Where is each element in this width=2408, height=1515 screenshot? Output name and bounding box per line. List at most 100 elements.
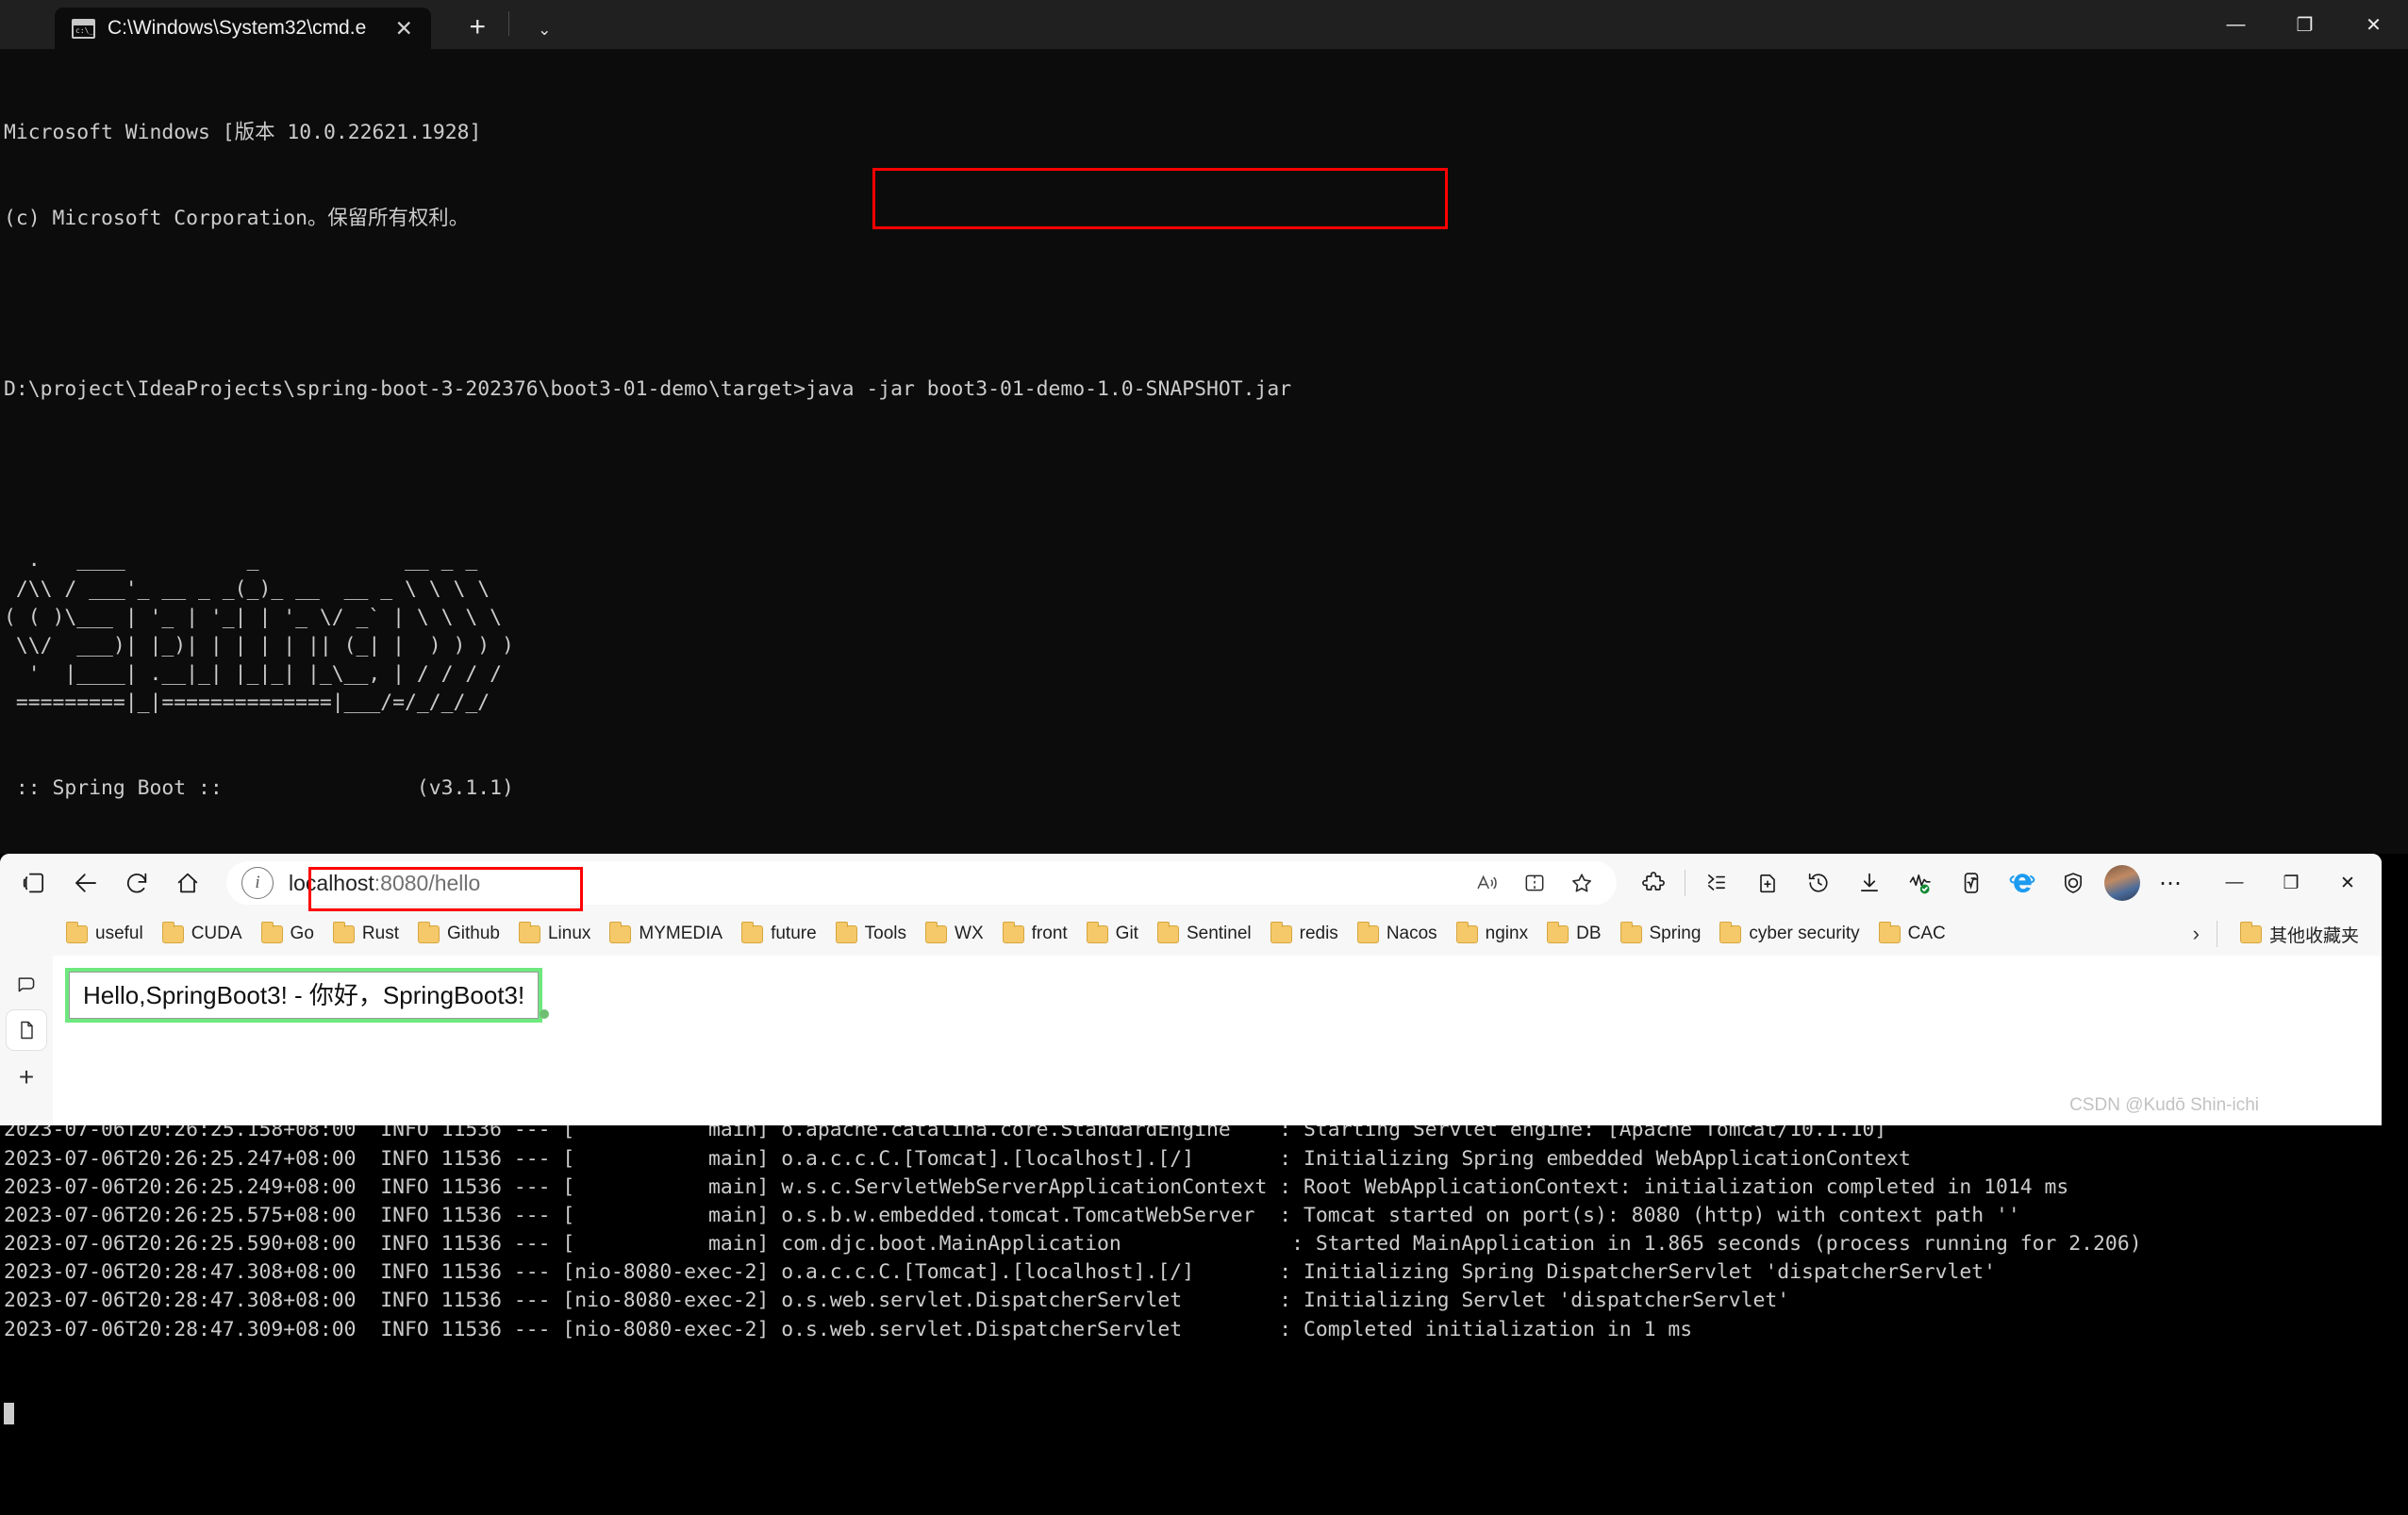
folder-icon [925, 921, 948, 943]
browser-toolbar: i localhost:8080/hello ⋯ — ❐ ✕ [0, 854, 2382, 912]
terminal-line-version: Microsoft Windows [版本 10.0.22621.1928] [4, 121, 482, 145]
split-screen-icon[interactable] [9, 861, 60, 905]
more-settings-icon[interactable]: ⋯ [2146, 861, 2197, 905]
chevron-down-icon[interactable]: ⌄ [526, 21, 562, 40]
bookmark-label: CAC [1907, 924, 1946, 943]
folder-icon [1878, 921, 1901, 943]
bookmark-item[interactable]: future [732, 920, 826, 948]
folder-icon [1270, 921, 1292, 943]
bookmarks-overflow: › 其他收藏夹 [2176, 918, 2382, 951]
browser-essentials-icon[interactable] [1742, 861, 1793, 905]
bookmark-item[interactable]: Sentinel [1148, 920, 1261, 948]
bookmark-label: cyber security [1749, 924, 1860, 943]
maximize-button[interactable]: ❐ [2270, 0, 2339, 49]
split-view-icon[interactable] [1511, 862, 1558, 904]
bookmark-item[interactable]: cyber security [1710, 920, 1868, 948]
minimize-button[interactable]: — [2206, 860, 2263, 906]
performance-icon[interactable] [1895, 861, 1946, 905]
terminal-tab-title: C:\Windows\System32\cmd.e [108, 17, 367, 39]
site-info-icon[interactable]: i [241, 867, 274, 899]
add-sidebar-button[interactable]: + [7, 1057, 46, 1097]
close-icon[interactable]: ✕ [391, 17, 416, 40]
internet-explorer-icon[interactable] [1997, 861, 2048, 905]
folder-icon [1619, 921, 1642, 943]
chevron-right-icon[interactable]: › [2176, 922, 2217, 946]
bookmark-label: DB [1576, 924, 1602, 943]
bookmark-label: Github [446, 924, 500, 943]
response-highlight-box: Hello,SpringBoot3! - 你好，SpringBoot3! [65, 968, 543, 1023]
terminal-tab[interactable]: C:\Windows\System32\cmd.e ✕ [55, 8, 432, 49]
bookmark-item[interactable]: Rust [324, 920, 408, 948]
terminal-titlebar: C:\Windows\System32\cmd.e ✕ + ⌄ — ❐ ✕ [0, 0, 2408, 49]
close-button[interactable]: ✕ [2339, 0, 2408, 49]
bookmark-item[interactable]: Go [252, 920, 324, 948]
bookmark-item[interactable]: front [993, 920, 1077, 948]
bookmark-item[interactable]: Linux [509, 920, 600, 948]
terminal-log-line: 2023-07-06T20:28:47.309+08:00 INFO 11536… [4, 1317, 1693, 1341]
back-button[interactable] [60, 861, 111, 905]
collections-icon[interactable] [1691, 861, 1742, 905]
history-icon[interactable] [1793, 861, 1844, 905]
refresh-button[interactable] [111, 861, 162, 905]
bookmark-item[interactable]: WX [916, 920, 993, 948]
bookmark-label: MYMEDIA [639, 924, 723, 943]
bookmark-item[interactable]: redis [1261, 920, 1348, 948]
folder-icon [1356, 921, 1379, 943]
address-bar[interactable]: i localhost:8080/hello [226, 861, 1617, 905]
new-tab-button[interactable]: + [459, 13, 495, 42]
watermark-text: CSDN @Kudō Shin-ichi [2069, 1095, 2259, 1115]
spring-boot-banner-footer: :: Spring Boot :: (v3.1.1) [4, 776, 514, 800]
url-host: localhost [289, 870, 374, 895]
bookmark-item[interactable]: Nacos [1348, 920, 1447, 948]
read-aloud-icon[interactable] [1464, 862, 1511, 904]
folder-icon [2239, 921, 2262, 943]
folder-icon [1086, 921, 1108, 943]
maximize-button[interactable]: ❐ [2263, 860, 2319, 906]
bookmarks-bar: useful CUDA Go Rust Github Linux MYMEDIA future… [0, 912, 2382, 956]
extensions-puzzle-icon[interactable] [1628, 861, 1679, 905]
loading-indicator-dot [540, 1009, 549, 1019]
browser-content: + Hello,SpringBoot3! - 你好，SpringBoot3! C… [0, 956, 2382, 1125]
page-icon[interactable] [7, 1010, 46, 1050]
terminal-log-line: 2023-07-06T20:28:47.308+08:00 INFO 11536… [4, 1289, 1790, 1313]
terminal-line-copyright: (c) Microsoft Corporation。保留所有权利。 [4, 207, 470, 230]
math-solver-icon[interactable] [1946, 861, 1997, 905]
bookmark-item[interactable]: Git [1077, 920, 1148, 948]
copilot-icon[interactable] [7, 963, 46, 1003]
close-button[interactable]: ✕ [2319, 860, 2376, 906]
bookmark-label: Rust [361, 924, 399, 943]
terminal-window: C:\Windows\System32\cmd.e ✕ + ⌄ — ❐ ✕ Mi… [0, 0, 2408, 1425]
profile-avatar[interactable] [2104, 865, 2140, 901]
bookmark-item[interactable]: nginx [1447, 920, 1537, 948]
page-viewport: Hello,SpringBoot3! - 你好，SpringBoot3! CSD… [53, 956, 2382, 1125]
bookmark-item[interactable]: DB [1537, 920, 1610, 948]
bookmark-item[interactable]: CUDA [153, 920, 252, 948]
browser-window: i localhost:8080/hello ⋯ — ❐ ✕ useful CU… [0, 854, 2382, 1125]
folder-icon [66, 921, 88, 943]
page-body-text: Hello,SpringBoot3! - 你好，SpringBoot3! [69, 972, 540, 1019]
folder-icon [1156, 921, 1179, 943]
bookmark-item[interactable]: useful [57, 920, 153, 948]
terminal-output[interactable]: Microsoft Windows [版本 10.0.22621.1928] (… [0, 49, 2408, 1515]
url-text: localhost:8080/hello [289, 871, 480, 896]
bookmark-item[interactable]: Github [408, 920, 509, 948]
bookmark-item[interactable]: MYMEDIA [600, 920, 732, 948]
home-button[interactable] [162, 861, 213, 905]
bookmark-other-favorites[interactable]: 其他收藏夹 [2231, 918, 2368, 951]
terminal-log-line: 2023-07-06T20:26:25.575+08:00 INFO 11536… [4, 1203, 2020, 1227]
terminal-log-line: 2023-07-06T20:26:25.590+08:00 INFO 11536… [4, 1232, 2142, 1257]
bookmark-item[interactable]: Spring [1611, 920, 1711, 948]
minimize-button[interactable]: — [2201, 0, 2270, 49]
star-icon[interactable] [1558, 862, 1605, 904]
folder-icon [1547, 921, 1569, 943]
shield-icon[interactable] [2048, 861, 2099, 905]
bookmark-label: Git [1115, 924, 1138, 943]
downloads-icon[interactable] [1844, 861, 1895, 905]
terminal-log-line: 2023-07-06T20:28:47.308+08:00 INFO 11536… [4, 1260, 1997, 1285]
spring-boot-banner: . ____ _ __ _ _ /\\ / ___'_ __ _ _(_)_ _… [4, 548, 514, 715]
bookmark-label: redis [1299, 924, 1338, 943]
browser-sidebar: + [0, 956, 53, 1125]
bookmark-item[interactable]: Tools [826, 920, 916, 948]
bookmark-item[interactable]: CAC [1869, 920, 1955, 948]
